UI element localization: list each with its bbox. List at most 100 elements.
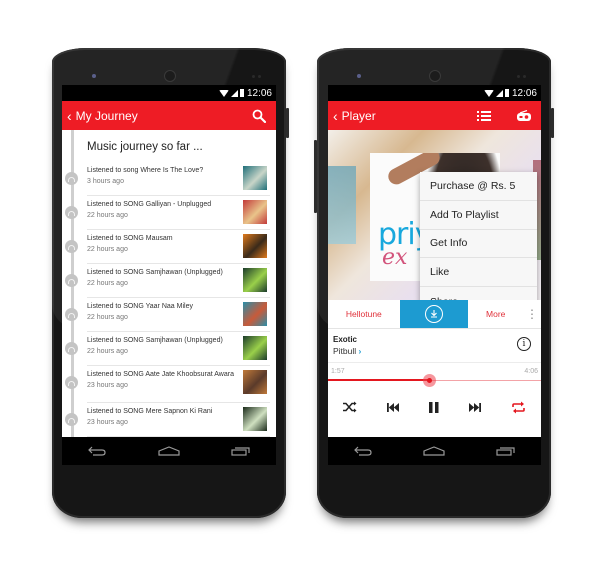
- journey-entry[interactable]: Listened to SONG Mausam 22 hours ago: [65, 230, 270, 264]
- journey-entry[interactable]: Listened to SONG Samjhawan (Unplugged) 22…: [65, 332, 270, 366]
- album-thumbnail[interactable]: [243, 268, 267, 292]
- menu-item-share[interactable]: Share: [420, 287, 537, 300]
- chevron-left-icon[interactable]: ‹: [333, 108, 338, 124]
- track-artist-link[interactable]: Pitbull ›: [333, 346, 361, 356]
- album-thumbnail[interactable]: [243, 370, 267, 394]
- headphones-icon: [65, 376, 78, 389]
- headphones-icon: [65, 206, 78, 219]
- total-time: 4:06: [524, 368, 538, 375]
- track-title: Exotic: [333, 335, 358, 344]
- status-bar: 12:06: [328, 85, 541, 101]
- album-thumbnail[interactable]: [243, 200, 267, 224]
- nav-bar: [62, 437, 276, 465]
- hellotune-button[interactable]: Hellotune: [328, 300, 400, 328]
- download-button[interactable]: [399, 300, 469, 328]
- info-icon[interactable]: i: [517, 337, 531, 351]
- entry-time: 23 hours ago: [87, 419, 128, 426]
- track-artist: Pitbull: [333, 346, 357, 356]
- entry-text: Listened to song Where Is The Love?: [87, 167, 204, 174]
- page-title: Player: [341, 108, 376, 123]
- screen: 12:06 ‹ My Journey Music journey so far …: [62, 85, 276, 465]
- nav-bar: [328, 437, 541, 465]
- elapsed-time: 1:57: [331, 368, 345, 375]
- entry-text: Listened to SONG Galliyan - Unplugged: [87, 201, 212, 208]
- track-info: Exotic Pitbull › i: [328, 329, 541, 363]
- front-sensor: [357, 74, 361, 78]
- chevron-left-icon[interactable]: ‹: [67, 108, 72, 124]
- journey-entry[interactable]: Listened to SONG Yaar Naa Miley 22 hours …: [65, 298, 270, 332]
- signal-icon: [230, 89, 238, 97]
- search-icon[interactable]: [252, 109, 266, 123]
- front-sensor: [92, 74, 96, 78]
- entry-text: Listened to SONG Aate Jate Khoobsurat Aw…: [87, 371, 234, 378]
- chevron-right-icon: ›: [358, 346, 362, 356]
- headphones-icon: [65, 172, 78, 185]
- app-bar: ‹ Player: [328, 101, 541, 130]
- journey-entry[interactable]: Listened to SONG Mere Sapnon Ki Rani 23 h…: [65, 403, 270, 437]
- more-button[interactable]: More: [468, 300, 523, 328]
- entry-time: 23 hours ago: [87, 382, 128, 389]
- radio-icon[interactable]: [517, 109, 531, 122]
- queue-list-icon[interactable]: [477, 110, 491, 122]
- home-icon[interactable]: [158, 446, 180, 456]
- overflow-icon[interactable]: ⋮: [523, 300, 541, 328]
- previous-icon[interactable]: [387, 402, 399, 412]
- entry-text: Listened to SONG Samjhawan (Unplugged): [87, 337, 223, 344]
- journey-entry[interactable]: Listened to SONG Galliyan - Unplugged 22 …: [65, 196, 270, 230]
- status-time: 12:06: [246, 87, 272, 99]
- menu-item-get-info[interactable]: Get Info: [420, 230, 537, 259]
- entry-time: 22 hours ago: [87, 348, 128, 355]
- status-bar: 12:06: [62, 85, 276, 101]
- repeat-icon[interactable]: [511, 401, 526, 414]
- album-thumbnail[interactable]: [243, 302, 267, 326]
- back-icon[interactable]: [353, 446, 373, 456]
- seek-handle[interactable]: [423, 374, 437, 387]
- headphones-icon: [65, 308, 78, 321]
- next-icon[interactable]: [469, 402, 481, 412]
- front-camera: [429, 70, 441, 82]
- album-thumbnail[interactable]: [243, 166, 267, 190]
- download-icon: [424, 305, 443, 323]
- player-action-bar: Hellotune More ⋮: [328, 300, 541, 329]
- entry-time: 22 hours ago: [87, 246, 128, 253]
- front-camera: [164, 70, 176, 82]
- headphones-icon: [65, 274, 78, 287]
- album-art-carousel[interactable]: priy ex Purchase @ Rs. 5 Add To Playlist…: [328, 130, 541, 300]
- menu-item-like[interactable]: Like: [420, 258, 537, 288]
- signal-icon: [495, 89, 503, 97]
- journey-entry[interactable]: Listened to SONG Samjhawan (Unplugged) 22…: [65, 264, 270, 298]
- entry-time: 3 hours ago: [87, 178, 124, 185]
- album-thumbnail[interactable]: [243, 234, 267, 258]
- app-bar: ‹ My Journey: [62, 101, 276, 130]
- entry-text: Listened to SONG Samjhawan (Unplugged): [87, 269, 223, 276]
- seek-fill: [328, 379, 430, 381]
- home-icon[interactable]: [423, 446, 446, 456]
- album-thumbnail[interactable]: [243, 407, 267, 431]
- battery-icon: [239, 89, 244, 97]
- menu-item-purchase[interactable]: Purchase @ Rs. 5: [420, 172, 537, 201]
- battery-icon: [504, 89, 509, 97]
- wifi-icon: [218, 89, 229, 97]
- journey-list[interactable]: Music journey so far ... Listened to son…: [62, 130, 276, 465]
- status-time: 12:06: [511, 87, 537, 99]
- journey-entry[interactable]: Listened to SONG Aate Jate Khoobsurat Aw…: [65, 366, 270, 403]
- seek-bar[interactable]: 1:57 4:06: [328, 363, 541, 387]
- pause-icon[interactable]: [429, 401, 439, 413]
- playback-controls: [328, 387, 541, 427]
- page-title: My Journey: [75, 108, 138, 123]
- headphones-icon: [65, 413, 78, 426]
- context-menu: Purchase @ Rs. 5 Add To Playlist Get Inf…: [420, 172, 537, 300]
- shuffle-icon[interactable]: [343, 401, 357, 413]
- menu-item-add-to-playlist[interactable]: Add To Playlist: [420, 201, 537, 230]
- screen: 12:06 ‹ Player priy ex Purchase @ Rs. 5 …: [328, 85, 541, 465]
- recents-icon[interactable]: [496, 446, 516, 456]
- album-thumbnail[interactable]: [243, 336, 267, 360]
- prev-album-art[interactable]: [328, 166, 356, 244]
- recents-icon[interactable]: [231, 446, 251, 456]
- back-icon[interactable]: [87, 446, 107, 456]
- journey-entry[interactable]: Listened to song Where Is The Love? 3 hou…: [65, 162, 270, 196]
- headphones-icon: [65, 240, 78, 253]
- entry-time: 22 hours ago: [87, 314, 128, 321]
- phone-my-journey: 12:06 ‹ My Journey Music journey so far …: [52, 48, 289, 518]
- volume-button: [314, 140, 317, 213]
